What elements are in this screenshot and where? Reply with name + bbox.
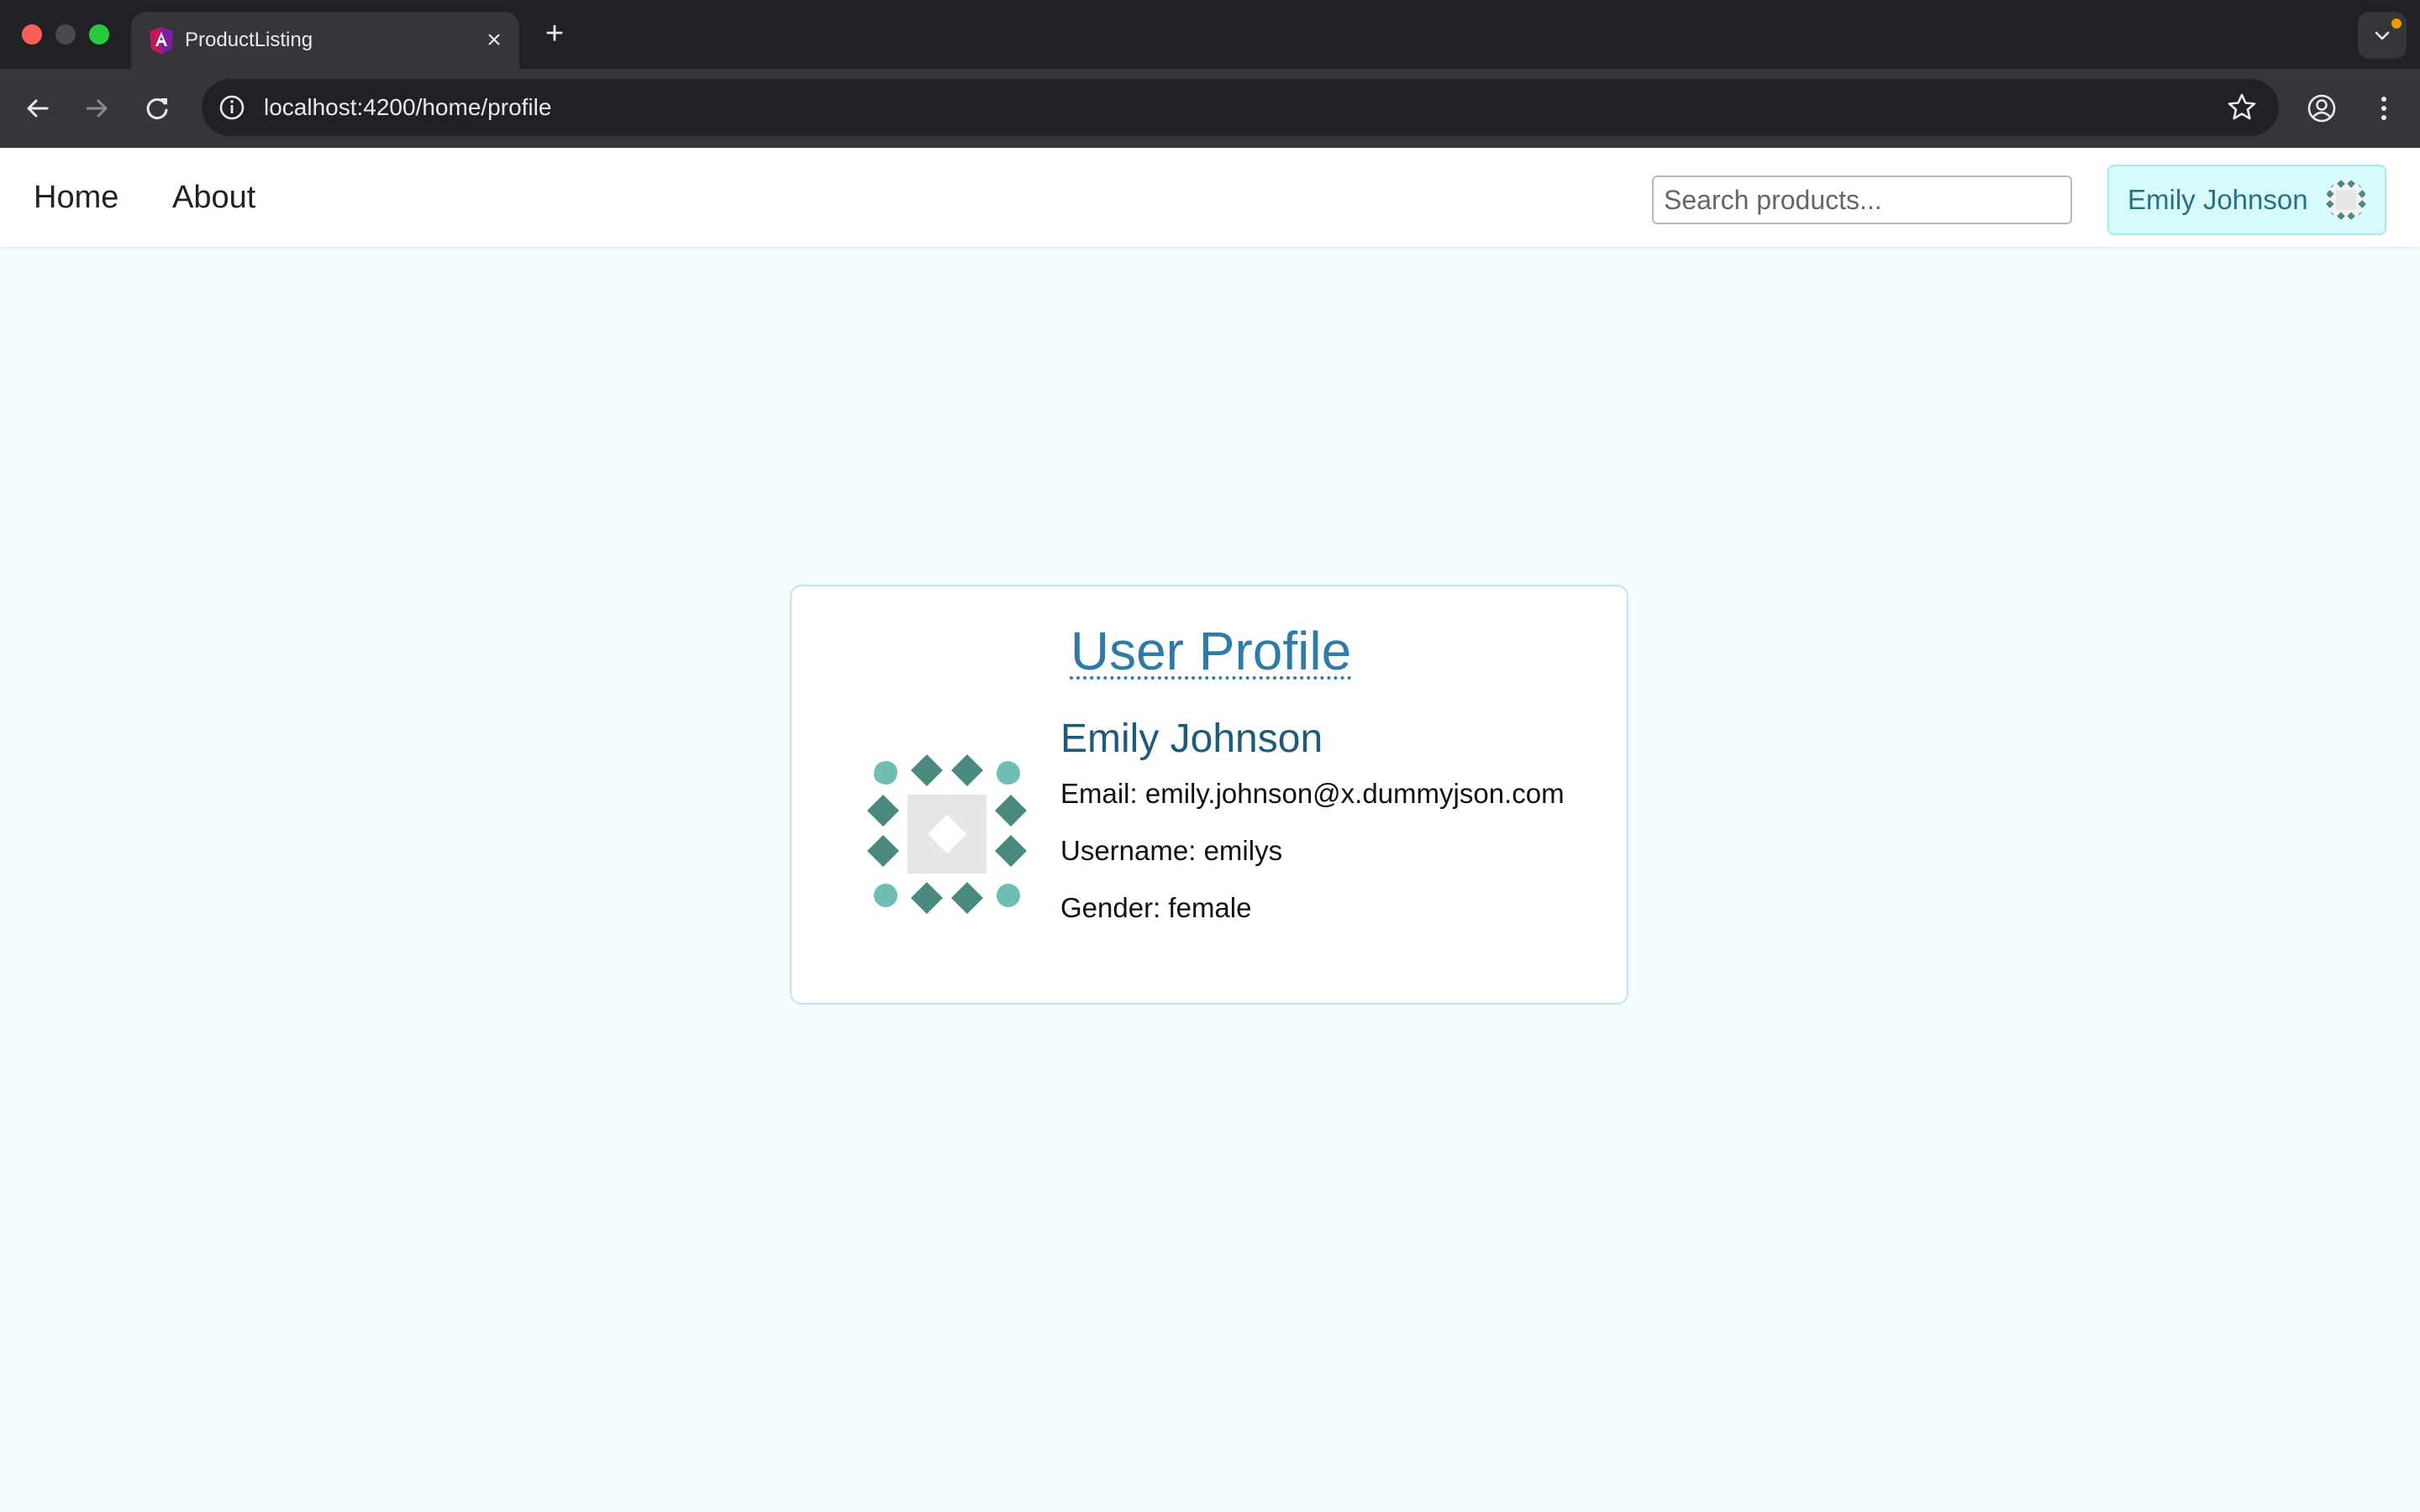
notification-dot xyxy=(2391,18,2402,29)
browser-toolbar: localhost:4200/home/profile xyxy=(0,69,2420,148)
user-name-label: Emily Johnson xyxy=(2128,184,2308,215)
minimize-window-button[interactable] xyxy=(55,24,76,45)
tab-title: ProductListing xyxy=(185,29,313,51)
username-value: emilys xyxy=(1203,835,1283,866)
gender-value: female xyxy=(1168,892,1252,923)
browser-tab-bar: ProductListing × + xyxy=(0,0,2420,69)
page-title: User Profile xyxy=(1070,621,1352,681)
tab-search-button[interactable] xyxy=(2358,12,2407,59)
user-menu-button[interactable]: Emily Johnson xyxy=(2107,165,2386,235)
angular-favicon-icon xyxy=(145,24,178,57)
profile-gender: Gender: female xyxy=(1060,892,1251,924)
search-input[interactable] xyxy=(1652,176,2072,224)
email-label: Email: xyxy=(1060,778,1138,809)
back-arrow-icon[interactable] xyxy=(18,89,57,128)
profile-icon[interactable] xyxy=(2302,89,2341,128)
gender-label: Gender: xyxy=(1060,892,1161,923)
email-value: emily.johnson@x.dummyjson.com xyxy=(1144,778,1565,809)
nav-link-about[interactable]: About xyxy=(172,148,255,247)
plus-icon[interactable]: + xyxy=(538,17,571,50)
reload-icon[interactable] xyxy=(138,89,176,128)
maximize-window-button[interactable] xyxy=(89,24,109,45)
profile-username: Username: emilys xyxy=(1060,835,1282,867)
identicon-avatar xyxy=(2326,180,2366,220)
browser-tab[interactable]: ProductListing × xyxy=(131,12,519,69)
forward-arrow-icon[interactable] xyxy=(77,89,116,128)
username-label: Username: xyxy=(1060,835,1197,866)
info-icon[interactable] xyxy=(213,89,250,126)
star-icon[interactable] xyxy=(2225,91,2259,124)
close-icon[interactable]: × xyxy=(481,27,508,54)
chevron-down-icon xyxy=(2375,31,2390,40)
app-navbar: Home About Emily Johnson xyxy=(0,148,2420,247)
profile-name: Emily Johnson xyxy=(1060,717,1323,761)
profile-email: Email: emily.johnson@x.dummyjson.com xyxy=(1060,778,1565,810)
kebab-menu-icon[interactable] xyxy=(2365,89,2403,128)
url-text: localhost:4200/home/profile xyxy=(264,94,552,120)
address-bar[interactable]: localhost:4200/home/profile xyxy=(202,79,2279,136)
identicon-avatar xyxy=(867,754,1027,914)
close-window-button[interactable] xyxy=(22,24,42,45)
nav-link-home[interactable]: Home xyxy=(34,148,118,247)
profile-card: User Profile Emily Johnson Email: emily.… xyxy=(790,585,1628,1005)
